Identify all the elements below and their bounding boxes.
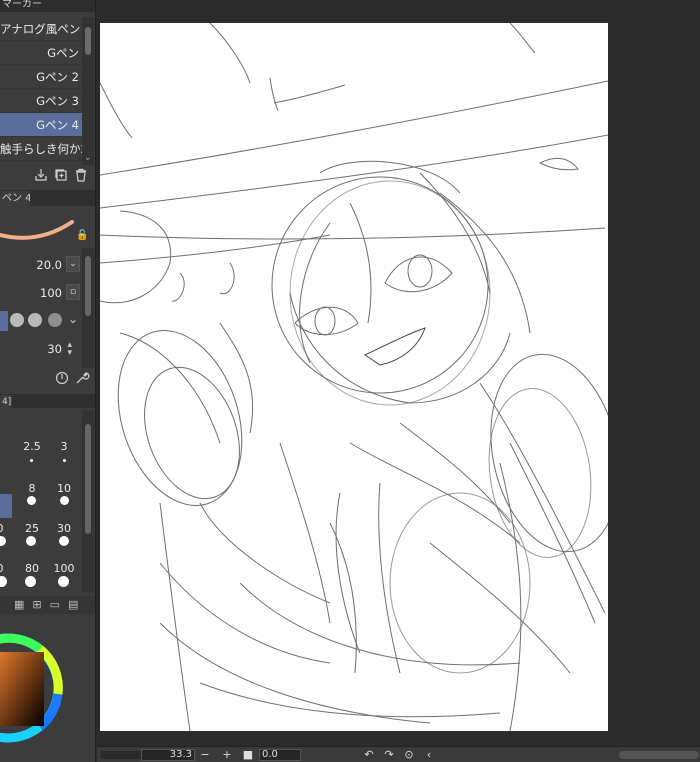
size-cell-label: 10 — [57, 482, 71, 495]
opacity-settings-button[interactable]: ▫ — [66, 284, 80, 300]
brush-item-g-pen-3[interactable]: Gペン 3 — [0, 89, 82, 113]
tool-property-tabstrip: ペン 4] — [0, 190, 95, 206]
size-dot[interactable] — [27, 496, 36, 505]
brush-tip-option[interactable] — [48, 313, 62, 327]
rotate-right-icon[interactable]: ↷ — [383, 748, 395, 762]
rotation-field[interactable]: 0.0 — [259, 749, 301, 761]
brush-size-value[interactable]: 20.0 — [36, 258, 62, 272]
size-dot[interactable] — [58, 576, 69, 587]
sub-tool-panel-header: マーカー — [0, 0, 95, 12]
scroll-thumb[interactable] — [85, 256, 91, 316]
zoom-field[interactable]: 33.3 — [141, 749, 195, 761]
size-palette-scrollbar[interactable] — [82, 410, 94, 592]
scroll-thumb[interactable] — [85, 27, 91, 55]
size-cell-label: 0 — [0, 522, 14, 535]
size-dot[interactable] — [25, 576, 36, 587]
brush-list-scrollbar[interactable]: ⌄ — [82, 17, 94, 165]
status-bar: 33.3 − + ■ 0.0 ↶ ↷ ⊙ ‹ — [97, 746, 700, 762]
layout-icon[interactable]: ▤ — [68, 596, 78, 614]
scroll-thumb[interactable] — [85, 424, 91, 534]
duplicate-icon[interactable] — [53, 167, 69, 183]
size-cell-label: 8 — [28, 482, 36, 495]
size-dot[interactable] — [30, 459, 33, 462]
size-dot[interactable] — [0, 576, 7, 587]
hierarchy-icon[interactable]: ⊞ — [32, 596, 41, 614]
opacity-value[interactable]: 100 — [40, 286, 62, 300]
size-cell-label: 0 — [0, 562, 14, 575]
brush-stroke-preview — [0, 220, 74, 240]
rotate-left-icon[interactable]: ↶ — [363, 748, 375, 762]
stabilization-value[interactable]: 30 — [47, 342, 62, 356]
canvas-workspace[interactable] — [97, 0, 700, 746]
selected-size-marker — [0, 494, 12, 518]
import-icon[interactable] — [33, 167, 49, 183]
chevron-down-icon[interactable]: ⌄ — [64, 312, 82, 330]
tab-tool-property[interactable]: ペン 4] — [0, 191, 30, 206]
sketch-drawing — [100, 23, 608, 731]
panel-title: マーカー — [2, 0, 42, 10]
chevron-down-icon[interactable]: ⌄ — [84, 153, 92, 163]
size-dot[interactable] — [26, 536, 36, 546]
size-dot[interactable] — [0, 536, 6, 546]
horizontal-scrollbar[interactable] — [619, 751, 699, 759]
trash-icon[interactable] — [73, 167, 89, 183]
lock-icon[interactable]: 🔓 — [76, 230, 88, 242]
zoom-out-button[interactable]: − — [199, 748, 211, 762]
color-wheel[interactable] — [0, 614, 96, 762]
brush-tip-selected[interactable] — [0, 311, 8, 331]
pressure-settings-button[interactable]: ⌄ — [66, 256, 80, 272]
size-dot[interactable] — [60, 496, 69, 505]
size-dot[interactable] — [63, 459, 66, 462]
brush-tip-option[interactable] — [10, 313, 24, 327]
reset-icon[interactable] — [54, 370, 70, 386]
stabilization-spinner[interactable]: ▴ ▾ — [67, 341, 72, 358]
size-cell-label: 100 — [53, 562, 75, 575]
zoom-in-button[interactable]: + — [221, 748, 233, 762]
grid-icon[interactable]: ▦ — [14, 596, 24, 614]
tool-property-footer — [54, 370, 90, 386]
brush-item-g-pen-4[interactable]: Gペン 4 — [0, 113, 82, 137]
panel-switch-icons: ▦ ⊞ ▭ ▤ — [0, 596, 95, 614]
tab-brush-size[interactable]: 4] — [0, 395, 12, 410]
fit-button[interactable]: ■ — [242, 748, 254, 762]
left-panel: マーカー アナログ風ペン Gペン Gペン 2 Gペン 3 Gペン 4 触手らしき… — [0, 0, 96, 762]
drawing-canvas[interactable] — [100, 23, 608, 731]
brush-size-tabstrip: 4] — [0, 394, 95, 410]
chevron-left-icon[interactable]: ‹ — [423, 748, 435, 762]
size-cell-label: 3 — [60, 440, 68, 453]
wrench-icon[interactable] — [74, 370, 90, 386]
size-cell-label: 30 — [57, 522, 71, 535]
size-dot[interactable] — [59, 536, 69, 546]
brush-list-tools — [33, 167, 89, 183]
brush-size-palette: 2.5 3 8 10 0 25 30 0 80 100 — [0, 410, 82, 596]
reset-rotation-icon[interactable]: ⊙ — [403, 748, 415, 762]
tool-property-scrollbar[interactable] — [82, 248, 94, 368]
brush-tip-option[interactable] — [28, 313, 42, 327]
window-icon[interactable]: ▭ — [50, 596, 60, 614]
color-wheel-panel — [0, 614, 96, 762]
size-cell-label: 2.5 — [23, 440, 41, 453]
brush-item-tentacle-2[interactable]: 触手らしき何か2 — [0, 137, 82, 161]
brush-list: アナログ風ペン Gペン Gペン 2 Gペン 3 Gペン 4 触手らしき何か2 — [0, 17, 82, 161]
brush-item-g-pen-2[interactable]: Gペン 2 — [0, 65, 82, 89]
brush-item-analog-pen[interactable]: アナログ風ペン — [0, 17, 82, 41]
size-cell-label: 80 — [25, 562, 39, 575]
size-cell-label: 25 — [25, 522, 39, 535]
brush-item-g-pen[interactable]: Gペン — [0, 41, 82, 65]
